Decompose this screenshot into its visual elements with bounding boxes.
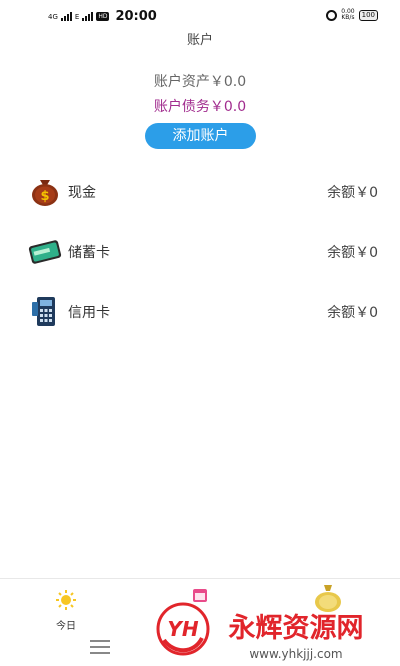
sun-icon xyxy=(56,590,76,610)
signal-icon xyxy=(60,12,72,21)
svg-text:$: $ xyxy=(40,189,49,204)
account-name: 信用卡 xyxy=(68,305,110,321)
hd-badge: HD xyxy=(96,12,110,21)
assets-summary: 账户资产￥0.0 xyxy=(153,74,247,90)
account-row-credit[interactable]: 信用卡 余额￥0 xyxy=(0,288,400,348)
account-row-savings[interactable]: 储蓄卡 余额￥0 xyxy=(0,228,400,288)
add-account-button[interactable]: 添加账户 xyxy=(145,123,256,149)
bank-card-icon xyxy=(28,240,62,264)
money-bag-icon: $ xyxy=(32,180,58,206)
account-name: 现金 xyxy=(68,185,96,201)
account-balance: 余额￥0 xyxy=(327,305,378,321)
account-row-cash[interactable]: $ 现金 余额￥0 xyxy=(0,168,400,228)
card-terminal-icon xyxy=(32,297,55,326)
alarm-icon xyxy=(326,9,338,21)
page-title: 账户 xyxy=(186,33,213,48)
account-name: 储蓄卡 xyxy=(68,245,110,261)
network-speed: 0.00 KB/s xyxy=(341,9,354,21)
account-balance: 余额￥0 xyxy=(327,245,378,261)
account-list: $ 现金 余额￥0 储蓄卡 余额￥0 信用卡 余额￥0 xyxy=(0,168,400,348)
battery-icon: 100 xyxy=(358,9,378,21)
svg-text:永辉资源网: 永辉资源网 xyxy=(228,613,364,644)
status-left: 4G E HD 20:00 xyxy=(48,9,157,24)
nav-today[interactable]: 今日 xyxy=(44,589,88,632)
status-time: 20:00 xyxy=(115,9,157,24)
signal-icon-2 xyxy=(82,12,94,21)
debt-summary: 账户债务￥0.0 xyxy=(153,99,247,115)
status-bar: 4G E HD 20:00 0.00 KB/s 100 xyxy=(0,0,400,30)
svg-text:www.yhkjjj.com: www.yhkjjj.com xyxy=(249,647,342,661)
account-balance: 余额￥0 xyxy=(327,185,378,201)
nav-today-label: 今日 xyxy=(56,621,76,632)
menu-handle-icon[interactable] xyxy=(90,640,110,658)
network-4g-label: 4G xyxy=(48,12,58,21)
watermark-logo: YH 永辉资源网 www.yhkjjj.com xyxy=(156,602,364,661)
speed-unit: KB/s xyxy=(341,14,355,21)
network-e-label: E xyxy=(74,12,80,21)
svg-text:YH: YH xyxy=(167,617,198,641)
status-right: 0.00 KB/s 100 xyxy=(326,9,378,21)
